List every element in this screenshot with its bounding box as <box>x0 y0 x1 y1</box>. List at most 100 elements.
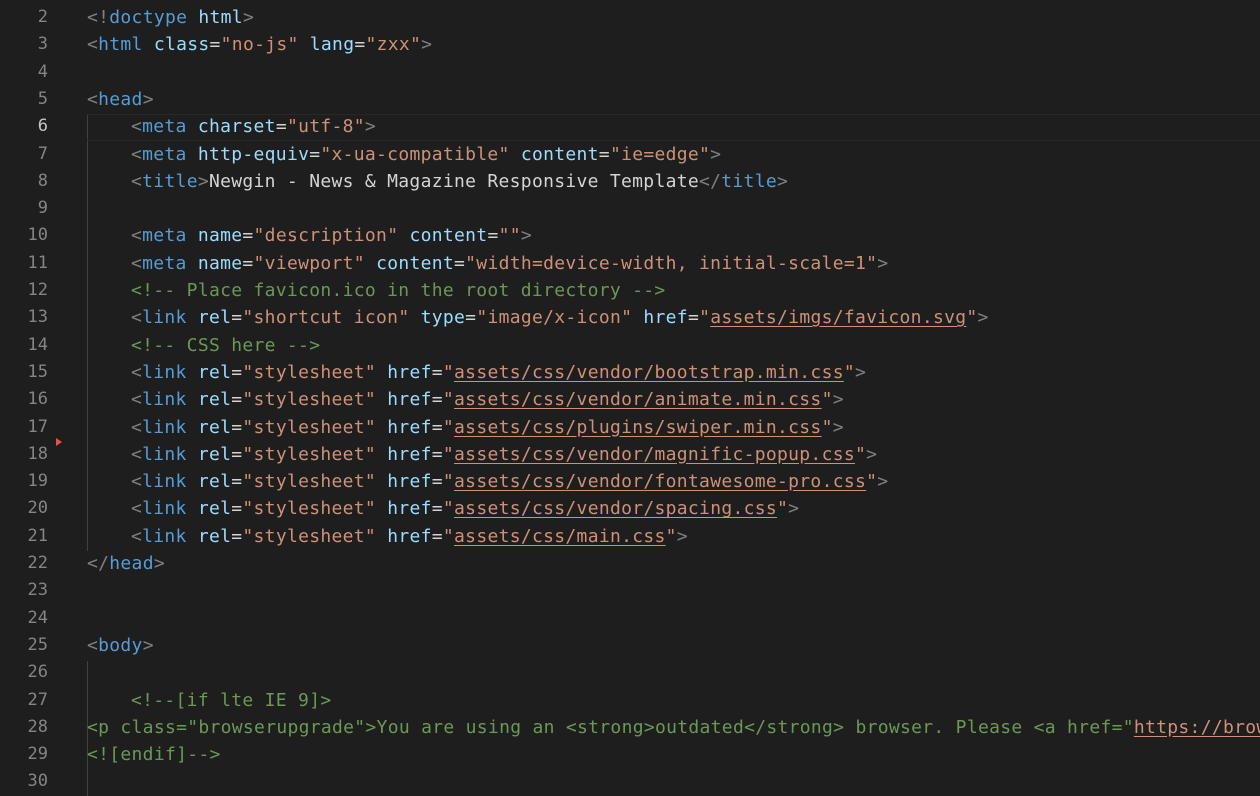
code-line[interactable]: 5 <head> <box>0 86 1260 113</box>
text <box>376 471 387 492</box>
punctuation: < <box>131 443 143 465</box>
punctuation: < <box>87 88 99 110</box>
text <box>187 444 198 465</box>
text <box>187 253 198 274</box>
code-line[interactable]: 8 <title>Newgin - News & Magazine Respons… <box>0 168 1260 195</box>
code-line[interactable]: 10 <meta name="description" content=""> <box>0 222 1260 249</box>
code-line[interactable]: 19 <link rel="stylesheet" href="assets/cs… <box>0 468 1260 495</box>
attribute-value: " <box>966 307 978 329</box>
text <box>187 307 198 328</box>
link-path[interactable]: assets/css/vendor/animate.min.css <box>454 389 822 410</box>
text: = <box>231 443 243 465</box>
text <box>187 7 198 28</box>
attribute-name: rel <box>197 307 232 329</box>
text <box>187 498 198 519</box>
attribute-name: href <box>643 307 688 329</box>
code-line[interactable]: 17 <link rel="stylesheet" href="assets/cs… <box>0 414 1260 441</box>
code-line[interactable]: 28 <p class="browserupgrade">You are usin… <box>0 714 1260 741</box>
punctuation: </ <box>87 553 110 574</box>
code-line[interactable]: 2 <!doctype html> <box>0 4 1260 31</box>
punctuation: > <box>877 252 889 274</box>
link-path[interactable]: assets/imgs/favicon.svg <box>710 307 966 328</box>
code-line[interactable]: 16 <link rel="stylesheet" href="assets/cs… <box>0 386 1260 413</box>
code-line[interactable]: 25 <body> <box>0 632 1260 659</box>
text: = <box>465 307 477 329</box>
punctuation: > <box>866 443 878 465</box>
attribute-value: " <box>843 361 855 383</box>
text: = <box>598 143 610 165</box>
code-line[interactable]: 18 <link rel="stylesheet" href="assets/cs… <box>0 441 1260 468</box>
attribute-name: charset <box>197 116 276 138</box>
link-path[interactable]: assets/css/vendor/bootstrap.min.css <box>454 362 844 383</box>
attribute-name: rel <box>197 471 232 493</box>
attribute-name: content <box>376 252 455 274</box>
code-line[interactable]: 21 <link rel="stylesheet" href="assets/cs… <box>0 523 1260 550</box>
code-content: <link rel="stylesheet" href="assets/css/… <box>131 414 844 441</box>
punctuation: < <box>131 416 143 438</box>
code-line[interactable]: 12 <!-- Place favicon.ico in the root dir… <box>0 277 1260 304</box>
text: = <box>431 416 443 438</box>
link-path[interactable]: https://brow <box>1134 717 1260 738</box>
attribute-name: type <box>420 307 466 329</box>
punctuation: < <box>131 143 143 165</box>
code-line[interactable]: 3 <html class="no-js" lang="zxx"> <box>0 31 1260 58</box>
attribute-value: "stylesheet" <box>242 389 377 411</box>
punctuation: > <box>242 7 255 28</box>
code-line[interactable]: 26 <box>0 659 1260 686</box>
link-path[interactable]: assets/css/vendor/magnific-popup.css <box>454 444 855 465</box>
code-content: <link rel="stylesheet" href="assets/css/… <box>131 441 877 468</box>
code-line[interactable]: 13 <link rel="shortcut icon" type="image/… <box>0 304 1260 331</box>
code-line[interactable]: 9 <box>0 195 1260 222</box>
text <box>398 225 409 246</box>
code-line[interactable]: 29 <![endif]--> <box>0 741 1260 768</box>
punctuation: > <box>877 471 889 493</box>
attribute-value: " <box>442 416 455 438</box>
punctuation: > <box>710 143 722 165</box>
code-line[interactable]: 20 <link rel="stylesheet" href="assets/cs… <box>0 495 1260 522</box>
code-line[interactable]: 14 <!-- CSS here --> <box>0 332 1260 359</box>
attribute-value: " <box>821 416 833 438</box>
code-line[interactable]: 6 <meta charset="utf-8"> <box>0 113 1260 140</box>
attribute-name: name <box>197 225 243 247</box>
attribute-name: class <box>153 34 210 56</box>
code-line[interactable]: 27 <!--[if lte IE 9]> <box>0 687 1260 714</box>
text <box>187 526 198 547</box>
attribute-value: " <box>821 389 833 411</box>
attribute-name: href <box>387 416 432 438</box>
attribute-name: rel <box>197 416 232 438</box>
line-number: 29 <box>27 744 48 765</box>
punctuation: < <box>131 389 143 411</box>
text: = <box>454 252 466 274</box>
tag-name: meta <box>142 116 187 138</box>
attribute-name: content <box>520 143 599 165</box>
code-editor[interactable]: 2 <!doctype html> 3 <html class="no-js" lan… <box>0 0 1260 796</box>
link-path[interactable]: assets/css/plugins/swiper.min.css <box>454 417 822 438</box>
attribute-name: http-equiv <box>197 143 310 165</box>
link-path[interactable]: assets/css/vendor/fontawesome-pro.css <box>454 471 866 492</box>
tag-name: title <box>721 170 777 192</box>
attribute-value: "description" <box>253 225 399 247</box>
code-line[interactable]: 23 <box>0 577 1260 604</box>
attribute-value: " <box>442 525 455 547</box>
code-line[interactable]: 4 <box>0 59 1260 86</box>
code-line[interactable]: 7 <meta http-equiv="x-ua-compatible" cont… <box>0 141 1260 168</box>
link-path[interactable]: assets/css/vendor/spacing.css <box>454 498 777 519</box>
code-line[interactable]: 15 <link rel="stylesheet" href="assets/cs… <box>0 359 1260 386</box>
code-line[interactable]: 11 <meta name="viewport" content="width=d… <box>0 250 1260 277</box>
tag-name: link <box>142 471 187 493</box>
text: = <box>275 116 287 138</box>
attribute-name: href <box>387 361 432 383</box>
attribute-name: href <box>387 389 432 411</box>
code-line[interactable]: 22 </head> <box>0 550 1260 577</box>
line-number: 26 <box>27 662 48 683</box>
attribute-value: " <box>442 471 455 493</box>
link-path[interactable]: assets/css/main.css <box>454 526 666 547</box>
line-number: 25 <box>27 634 48 655</box>
comment: <!--[if lte IE 9]> <box>131 689 332 711</box>
text <box>187 116 198 137</box>
attribute-value: "ie=edge" <box>609 143 711 165</box>
text: = <box>431 443 443 465</box>
code-line[interactable]: 30 <box>0 768 1260 795</box>
code-content: <link rel="stylesheet" href="assets/css/… <box>131 359 866 386</box>
code-line[interactable]: 24 <box>0 605 1260 632</box>
